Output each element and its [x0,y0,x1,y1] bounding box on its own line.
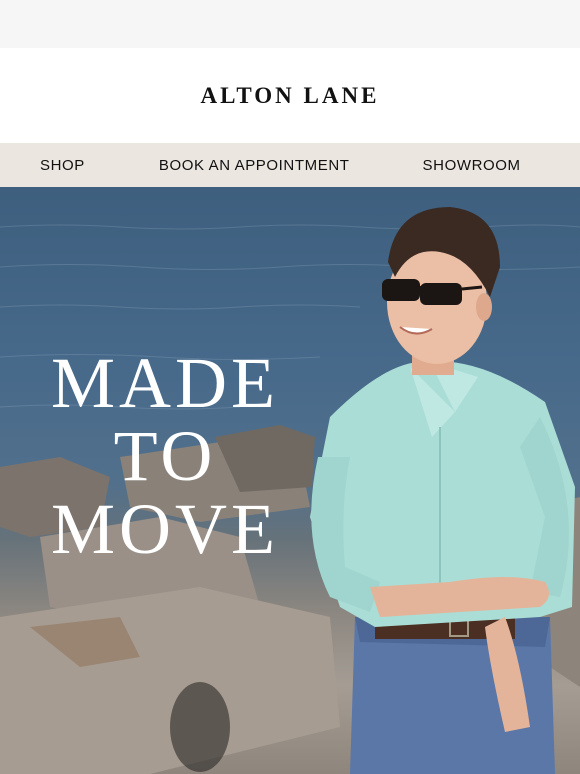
headline-line-2: TO [113,416,217,496]
header: ALTON LANE [0,48,580,143]
hero-banner[interactable]: MADE TO MOVE [0,187,580,774]
brand-logo[interactable]: ALTON LANE [201,83,380,109]
hero-headline: MADE TO MOVE [0,347,330,566]
headline-line-1: MADE [51,343,279,423]
nav-bar: SHOP BOOK AN APPOINTMENT SHOWROOM [0,143,580,187]
nav-item-book-appointment[interactable]: BOOK AN APPOINTMENT [159,157,350,174]
nav-item-showroom[interactable]: SHOWROOM [423,157,521,174]
top-spacer [0,0,580,48]
nav-item-shop[interactable]: SHOP [40,157,85,174]
model-figure [310,207,575,774]
headline-line-3: MOVE [51,489,279,569]
